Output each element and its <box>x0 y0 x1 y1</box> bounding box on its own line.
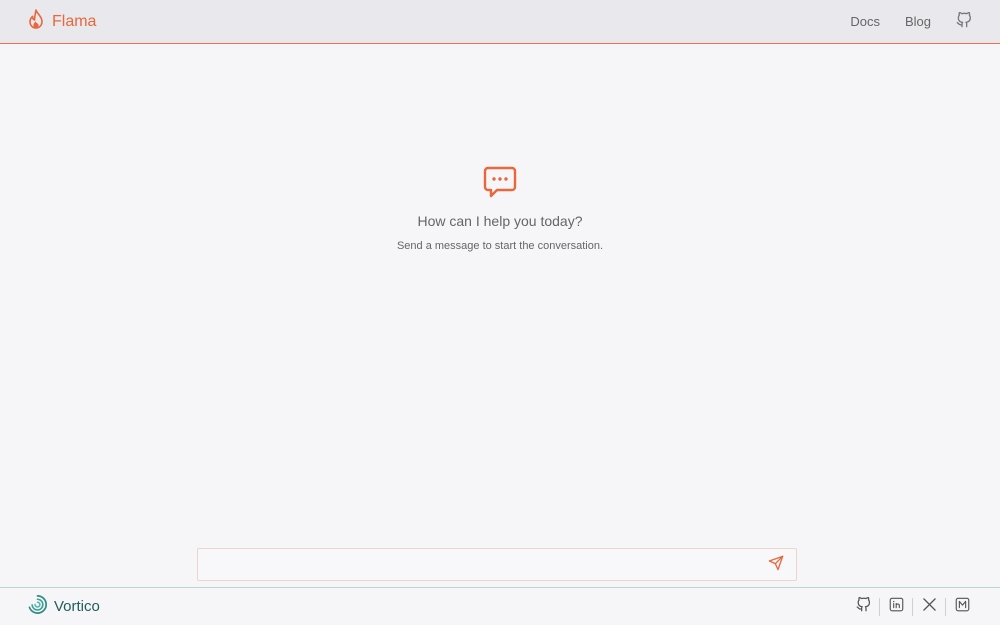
footer-github-link[interactable] <box>847 596 879 617</box>
message-input[interactable] <box>198 549 760 580</box>
linkedin-icon <box>889 597 904 617</box>
empty-state-subtitle: Send a message to start the conversation… <box>396 240 604 252</box>
footer-linkedin-link[interactable] <box>880 597 912 617</box>
github-icon <box>956 11 972 31</box>
medium-icon <box>955 597 970 617</box>
flame-icon <box>28 9 44 34</box>
send-icon <box>768 555 784 574</box>
x-icon <box>922 597 937 617</box>
nav-docs-link[interactable]: Docs <box>850 14 880 29</box>
message-composer <box>197 548 797 581</box>
footer: Vortico <box>0 587 1000 625</box>
vortex-logo-icon <box>27 594 48 620</box>
footer-brand-name: Vortico <box>54 598 100 615</box>
footer-brand-link[interactable]: Vortico <box>27 594 100 620</box>
send-button[interactable] <box>760 549 792 581</box>
github-icon <box>856 596 871 617</box>
empty-chat-state: How can I help you today? Send a message… <box>0 166 1000 252</box>
nav-links: Docs Blog <box>850 11 972 31</box>
github-link[interactable] <box>956 11 972 31</box>
nav-blog-link[interactable]: Blog <box>905 14 931 29</box>
brand-name: Flama <box>52 12 97 30</box>
footer-x-link[interactable] <box>913 597 945 617</box>
footer-medium-link[interactable] <box>946 597 978 617</box>
brand-link[interactable]: Flama <box>28 9 96 34</box>
social-links <box>847 596 978 617</box>
empty-state-title: How can I help you today? <box>417 213 583 229</box>
chat-bubble-icon <box>483 166 517 203</box>
top-navbar: Flama Docs Blog <box>0 0 1000 44</box>
